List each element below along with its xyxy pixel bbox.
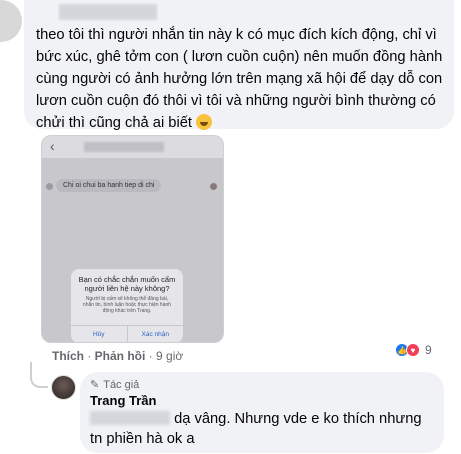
comment-time[interactable]: 9 giờ [156, 349, 183, 363]
reply-author-name[interactable]: Trang Trần [90, 393, 434, 408]
reaction-icon [210, 183, 217, 190]
author-badge-label: Tác giả [103, 378, 140, 391]
comment-bubble: theo tôi thì người nhắn tin này k có mục… [24, 0, 454, 131]
commenter-avatar[interactable] [0, 0, 22, 42]
mention-redacted [90, 411, 170, 425]
back-chevron-icon: ‹ [50, 138, 55, 154]
reply-text: dạ vâng. Nhưng vde e ko thích nhưng tn p… [90, 411, 422, 447]
ban-confirm-dialog: Bạn có chắc chắn muốn cấm người liên hệ … [71, 269, 184, 342]
reaction-summary[interactable]: 👍 ♥ 9 [395, 340, 432, 360]
dialog-actions: Hủy Xác nhận [71, 325, 184, 342]
reply-link[interactable]: Phản hồi [95, 349, 146, 363]
love-reaction-icon: ♥ [406, 343, 420, 357]
dialog-cancel-button: Hủy [92, 331, 105, 338]
screenshot-header: ‹ [42, 136, 223, 158]
reply-bubble: ✎ Tác giả Trang Trần dạ vâng. Nhưng vde … [80, 372, 444, 453]
screenshot-contact-redacted [84, 142, 164, 152]
comment-actions: Thích · Phản hồi · 9 giờ [52, 349, 184, 363]
author-badge: ✎ Tác giả [90, 378, 434, 392]
dialog-body: Người bị cấm sẽ không thể đăng bài, nhắn… [82, 296, 172, 314]
sender-avatar-icon [46, 183, 53, 190]
like-link[interactable]: Thích [52, 349, 84, 363]
smile-emoji-icon [196, 114, 213, 130]
reply-author-avatar[interactable] [51, 375, 76, 400]
dialog-title: Bạn có chắc chắn muốn cấm người liên hệ … [78, 275, 176, 293]
comment-text: theo tôi thì người nhắn tin này k có mục… [36, 27, 443, 131]
commenter-name-redacted [59, 4, 157, 20]
attached-screenshot[interactable]: ‹ Chi oi chui ba hanh tiep di chi Bạn có… [41, 135, 224, 343]
screenshot-message: Chi oi chui ba hanh tiep di chi [56, 179, 162, 192]
reaction-count: 9 [425, 343, 432, 357]
pen-icon: ✎ [90, 379, 100, 391]
dialog-confirm-button: Xác nhận [126, 326, 184, 342]
reply-thread-line [30, 362, 48, 388]
